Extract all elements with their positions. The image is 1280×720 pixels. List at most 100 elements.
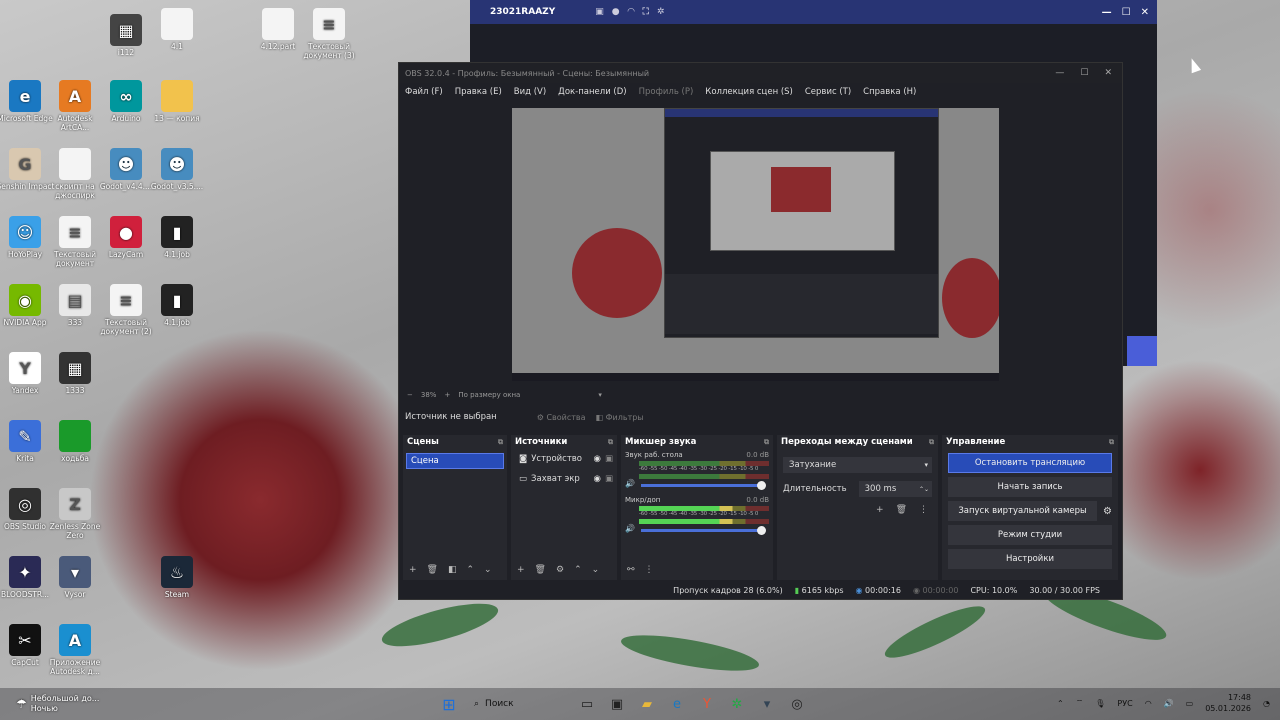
desktop-icon[interactable]: ≡ Текстовый документ (3)	[299, 8, 359, 60]
edge-icon[interactable]: e	[666, 693, 688, 715]
menu-item[interactable]: Справка (H)	[863, 87, 916, 97]
menu-item[interactable]: Правка (E)	[455, 87, 502, 97]
add-icon[interactable]: +	[409, 565, 417, 575]
stepper-icon[interactable]: ⌃⌄	[919, 486, 932, 493]
menu-item[interactable]: Коллекция сцен (S)	[705, 87, 793, 97]
close-icon[interactable]: ✕	[1141, 7, 1149, 18]
notifications-icon[interactable]: ◔	[1263, 699, 1270, 708]
maximize-icon[interactable]: ☐	[1080, 68, 1088, 78]
dock-undock-icon[interactable]: ⧉	[929, 438, 938, 447]
minimize-icon[interactable]: —	[1102, 7, 1112, 18]
move-up-icon[interactable]: ⌃	[574, 565, 582, 575]
battery-icon[interactable]: ▭	[1186, 699, 1194, 708]
chevron-up-icon[interactable]: ⌃	[1057, 699, 1064, 708]
maximize-icon[interactable]: ☐	[1122, 7, 1131, 18]
virtual-cam-button[interactable]: Запуск виртуальной камеры	[948, 501, 1098, 521]
scene-item[interactable]: Сцена	[406, 453, 504, 469]
desktop-icon[interactable]: ▦ 1333	[45, 352, 105, 395]
weather-widget[interactable]: ☂ Небольшой до... Ночью	[16, 694, 99, 714]
start-record-button[interactable]: Начать запись	[948, 477, 1112, 497]
gear-icon[interactable]: ⚙	[1103, 506, 1112, 517]
obs-icon[interactable]: ◎	[786, 693, 808, 715]
desktop-icon[interactable]: Z Zenless Zone Zero	[45, 488, 105, 540]
filter-icon[interactable]: ◧	[448, 565, 457, 575]
transition-select[interactable]: Затухание ▾	[783, 457, 932, 473]
trash-icon[interactable]: 🗑	[535, 565, 546, 575]
gear-icon[interactable]: ⚙	[556, 565, 564, 575]
fullscreen-icon[interactable]: ⛶	[643, 7, 649, 17]
stop-stream-button[interactable]: Остановить трансляцию	[948, 453, 1112, 473]
task-view-icon[interactable]: ▭	[576, 693, 598, 715]
microphone-icon[interactable]: 🎙	[1095, 699, 1105, 708]
settings-button[interactable]: Настройки	[948, 549, 1112, 569]
windows-start-icon[interactable]: ⊞	[438, 693, 460, 715]
menu-item[interactable]: Файл (F)	[405, 87, 443, 97]
network-icon[interactable]: ⌔	[1076, 698, 1084, 708]
record-icon[interactable]: ●	[612, 7, 620, 17]
add-icon[interactable]: +	[517, 565, 525, 575]
app-icon[interactable]: ✲	[726, 693, 748, 715]
phone-mirror-side-button[interactable]	[1127, 336, 1157, 366]
eye-icon[interactable]: ◉	[594, 454, 601, 464]
volume-slider[interactable]	[640, 526, 767, 535]
file-explorer-icon[interactable]: ▰	[636, 693, 658, 715]
menu-item[interactable]: Док-панели (D)	[558, 87, 626, 97]
lock-icon[interactable]: ▣	[605, 454, 617, 464]
minimize-icon[interactable]: —	[1055, 68, 1064, 78]
trash-icon[interactable]: 🗑	[896, 505, 907, 515]
add-icon[interactable]: +	[876, 505, 884, 515]
menu-item[interactable]: Профиль (P)	[639, 87, 694, 97]
yandex-icon[interactable]: Y	[696, 693, 718, 715]
fit-window-select[interactable]: По размеру окна	[458, 391, 520, 399]
desktop-icon[interactable]: ☻ Godot_v3.5....	[147, 148, 207, 191]
dock-undock-icon[interactable]: ⧉	[764, 438, 773, 447]
dock-undock-icon[interactable]: ⧉	[498, 438, 507, 447]
move-down-icon[interactable]: ⌄	[484, 565, 492, 575]
volume-slider[interactable]	[640, 481, 767, 490]
clock[interactable]: 17:48 05.01.2026	[1205, 692, 1251, 714]
studio-mode-button[interactable]: Режим студии	[948, 525, 1112, 545]
zoom-out-icon[interactable]: −	[407, 391, 413, 399]
desktop-icon[interactable]: 4.1	[147, 8, 207, 51]
language-indicator[interactable]: РУС	[1117, 699, 1132, 708]
obs-titlebar[interactable]: OBS 32.0.4 - Профиль: Безымянный - Сцены…	[399, 63, 1122, 83]
more-icon[interactable]: ⋮	[645, 565, 654, 575]
move-down-icon[interactable]: ⌄	[592, 565, 600, 575]
chevron-down-icon[interactable]: ▾	[598, 391, 602, 399]
desktop-icon[interactable]: ходьба	[45, 420, 105, 463]
more-icon[interactable]: ⋮	[919, 505, 928, 515]
desktop-icon[interactable]: ♨ Steam	[147, 556, 207, 599]
taskbar-search[interactable]: ⌕ Поиск	[468, 693, 568, 715]
menu-item[interactable]: Сервис (T)	[805, 87, 851, 97]
vysor-icon[interactable]: ▾	[756, 693, 778, 715]
lock-icon[interactable]: ▣	[605, 474, 617, 484]
desktop-icon[interactable]: 13 — копия	[147, 80, 207, 123]
desktop-icon[interactable]: ▾ Vysor	[45, 556, 105, 599]
zoom-in-icon[interactable]: +	[444, 391, 450, 399]
source-item[interactable]: ▭ Захват экр ◉ ▣	[511, 469, 617, 489]
move-up-icon[interactable]: ⌃	[467, 565, 475, 575]
eye-icon[interactable]: ◉	[594, 474, 601, 484]
speaker-icon[interactable]: 🔊	[625, 479, 635, 488]
gear-icon[interactable]: ✲	[657, 7, 665, 17]
dock-undock-icon[interactable]: ⧉	[1109, 438, 1118, 447]
close-icon[interactable]: ✕	[1104, 68, 1112, 78]
trash-icon[interactable]: 🗑	[427, 565, 438, 575]
properties-button[interactable]: ⚙ Свойства	[537, 413, 586, 422]
obs-preview[interactable]	[512, 108, 999, 381]
wifi-icon[interactable]: ◠	[1145, 699, 1152, 708]
speaker-icon[interactable]: 🔊	[625, 524, 635, 533]
desktop-icon[interactable]: ▮ 4.1.job	[147, 284, 207, 327]
camera-icon[interactable]: ▣	[595, 7, 604, 17]
link-icon[interactable]: ⚯	[627, 565, 635, 575]
desktop-icon[interactable]: ▮ 4.1.job	[147, 216, 207, 259]
dock-undock-icon[interactable]: ⧉	[608, 438, 617, 447]
source-item[interactable]: ◙ Устройство ◉ ▣	[511, 449, 617, 469]
desktop-icon[interactable]: A Приложение Autodesk д...	[45, 624, 105, 676]
menu-item[interactable]: Вид (V)	[514, 87, 546, 97]
obs-window[interactable]: OBS 32.0.4 - Профиль: Безымянный - Сцены…	[398, 62, 1123, 600]
phone-mirror-titlebar[interactable]: 23021RAAZY ▣ ● ◠ ⛶ ✲ — ☐ ✕	[470, 0, 1157, 24]
volume-icon[interactable]: 🔊	[1164, 699, 1174, 708]
filters-button[interactable]: ◧ Фильтры	[596, 413, 644, 422]
headset-icon[interactable]: ◠	[628, 7, 635, 17]
